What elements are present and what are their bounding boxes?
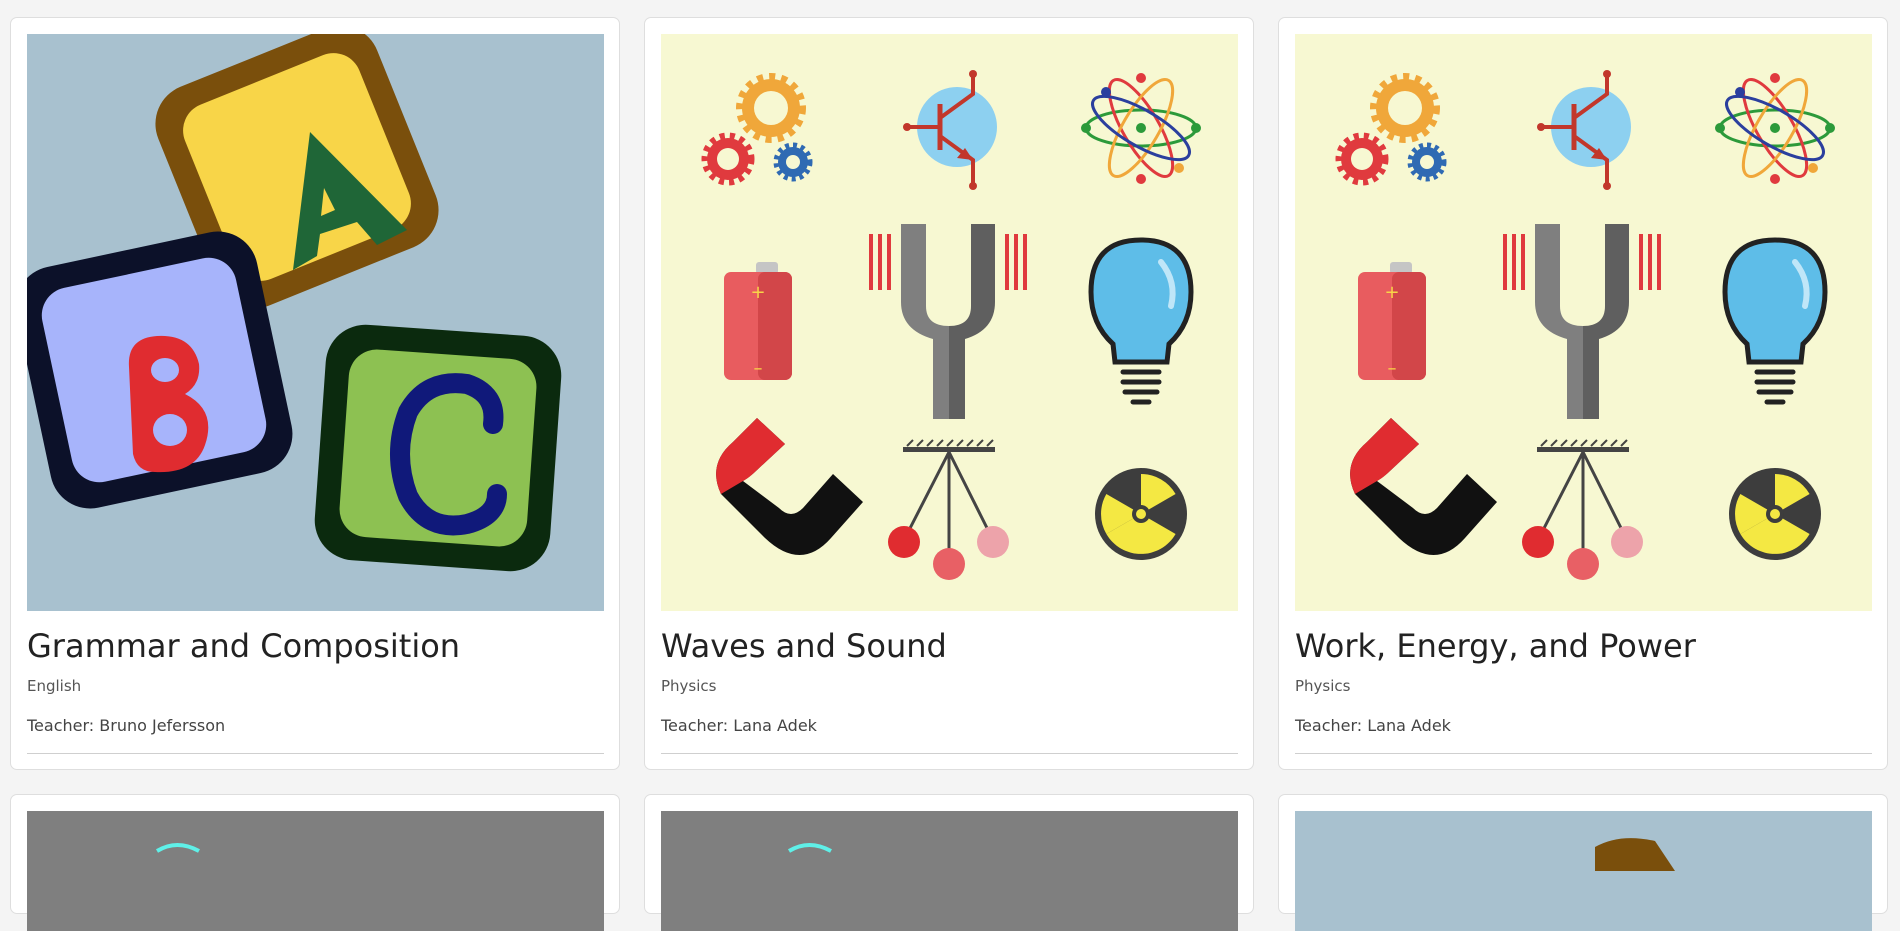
course-subject: Physics bbox=[661, 677, 717, 695]
radiation-icon bbox=[1095, 468, 1187, 560]
abc-blocks-image[interactable] bbox=[1295, 811, 1872, 931]
transistor-icon bbox=[1537, 70, 1631, 190]
thumbnail-art bbox=[1595, 838, 1675, 871]
card-divider bbox=[1295, 753, 1872, 754]
svg-text:+: + bbox=[750, 282, 765, 303]
teacher-name: Bruno Jefersson bbox=[99, 716, 226, 735]
teacher-name: Lana Adek bbox=[1367, 716, 1451, 735]
course-thumbnail[interactable] bbox=[661, 811, 1238, 931]
svg-text:–: – bbox=[754, 358, 763, 379]
course-thumbnail[interactable] bbox=[27, 811, 604, 931]
atom-icon bbox=[1715, 73, 1835, 184]
course-card[interactable] bbox=[644, 794, 1254, 931]
tuning-fork-icon bbox=[869, 224, 1027, 419]
course-teacher: Teacher: Bruno Jefersson bbox=[27, 716, 225, 736]
course-title[interactable]: Work, Energy, and Power bbox=[1295, 626, 1696, 666]
radiation-icon bbox=[1729, 468, 1821, 560]
course-subject: Physics bbox=[1295, 677, 1351, 695]
battery-icon: + – bbox=[1358, 262, 1426, 380]
light-bulb-icon bbox=[1722, 237, 1828, 405]
abc-blocks-image[interactable] bbox=[27, 34, 604, 611]
physics-icons-image[interactable]: + – bbox=[661, 34, 1238, 611]
course-title[interactable]: Waves and Sound bbox=[661, 626, 947, 666]
teacher-prefix: Teacher: bbox=[661, 716, 729, 735]
card-divider bbox=[661, 753, 1238, 754]
thumbnail-art bbox=[787, 843, 832, 853]
course-teacher: Teacher: Lana Adek bbox=[1295, 716, 1451, 736]
physics-icons-svg: + – bbox=[1335, 70, 1835, 580]
course-card[interactable]: Grammar and Composition English Teacher:… bbox=[10, 17, 620, 770]
course-card[interactable]: + – bbox=[1278, 17, 1888, 770]
pendulum-icon bbox=[1522, 439, 1643, 580]
course-subject: English bbox=[27, 677, 82, 695]
gears-icon bbox=[701, 73, 813, 186]
physics-icons-svg: + – bbox=[701, 70, 1201, 580]
gears-icon bbox=[1335, 73, 1447, 186]
course-teacher: Teacher: Lana Adek bbox=[661, 716, 817, 736]
teacher-name: Lana Adek bbox=[733, 716, 817, 735]
svg-text:–: – bbox=[1388, 358, 1397, 379]
transistor-icon bbox=[903, 70, 997, 190]
course-title[interactable]: Grammar and Composition bbox=[27, 626, 460, 666]
light-bulb-icon bbox=[1088, 237, 1194, 405]
course-card[interactable] bbox=[1278, 794, 1888, 931]
teacher-prefix: Teacher: bbox=[27, 716, 95, 735]
tuning-fork-icon bbox=[1503, 224, 1661, 419]
thumbnail-art bbox=[155, 843, 200, 853]
course-card[interactable] bbox=[10, 794, 620, 931]
battery-icon: + – bbox=[724, 262, 792, 380]
magnet-icon bbox=[1350, 418, 1497, 555]
atom-icon bbox=[1081, 73, 1201, 184]
card-divider bbox=[27, 753, 604, 754]
course-card[interactable]: + – bbox=[644, 17, 1254, 770]
svg-text:+: + bbox=[1384, 282, 1399, 303]
teacher-prefix: Teacher: bbox=[1295, 716, 1363, 735]
pendulum-icon bbox=[888, 439, 1009, 580]
magnet-icon bbox=[716, 418, 863, 555]
physics-icons-image[interactable]: + – bbox=[1295, 34, 1872, 611]
